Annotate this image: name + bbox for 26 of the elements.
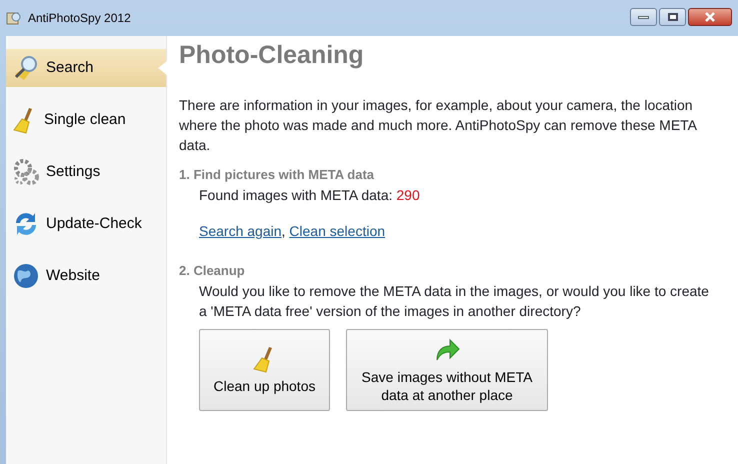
cleanup-question: Would you like to remove the META data in the images, or would you like to create a 'META data free' version of the images in another directory? xyxy=(198,282,710,321)
maximize-button[interactable] xyxy=(659,8,686,26)
minimize-button[interactable] xyxy=(630,8,657,26)
page-title: Photo-Cleaning xyxy=(179,40,365,70)
gears-icon xyxy=(12,158,40,186)
sidebar-item[interactable]: Settings xyxy=(6,153,166,191)
section-heading: 1. Find pictures with META data xyxy=(179,166,376,184)
found-label: Found images with META data: xyxy=(199,187,392,203)
action-button[interactable]: Clean up photos xyxy=(199,329,330,411)
action-button[interactable]: Save images without META data at another place xyxy=(346,329,548,411)
close-button[interactable] xyxy=(688,8,732,26)
window-title: AntiPhotoSpy 2012 xyxy=(28,10,131,27)
found-count: 290 xyxy=(396,187,420,203)
app-icon xyxy=(6,10,22,26)
globe-icon xyxy=(12,262,40,290)
sidebar-item[interactable]: Search xyxy=(6,49,166,87)
description-text: There are information in your images, for example, about your camera, the location where the photo was made and much more. AntiPhotoSpy can remove these META data. xyxy=(179,96,698,155)
sidebar-item[interactable]: Single clean xyxy=(6,101,166,139)
sidebar-item[interactable]: Update-Check xyxy=(6,205,166,243)
separator-text: , xyxy=(282,223,286,239)
section-heading: 2. Cleanup xyxy=(179,262,246,280)
sidebar-item[interactable]: Website xyxy=(6,257,166,295)
magnifier-icon xyxy=(12,54,40,82)
close-icon xyxy=(704,12,716,22)
text-link[interactable]: Search again xyxy=(199,223,282,239)
text-link[interactable]: Clean selection xyxy=(289,223,386,239)
